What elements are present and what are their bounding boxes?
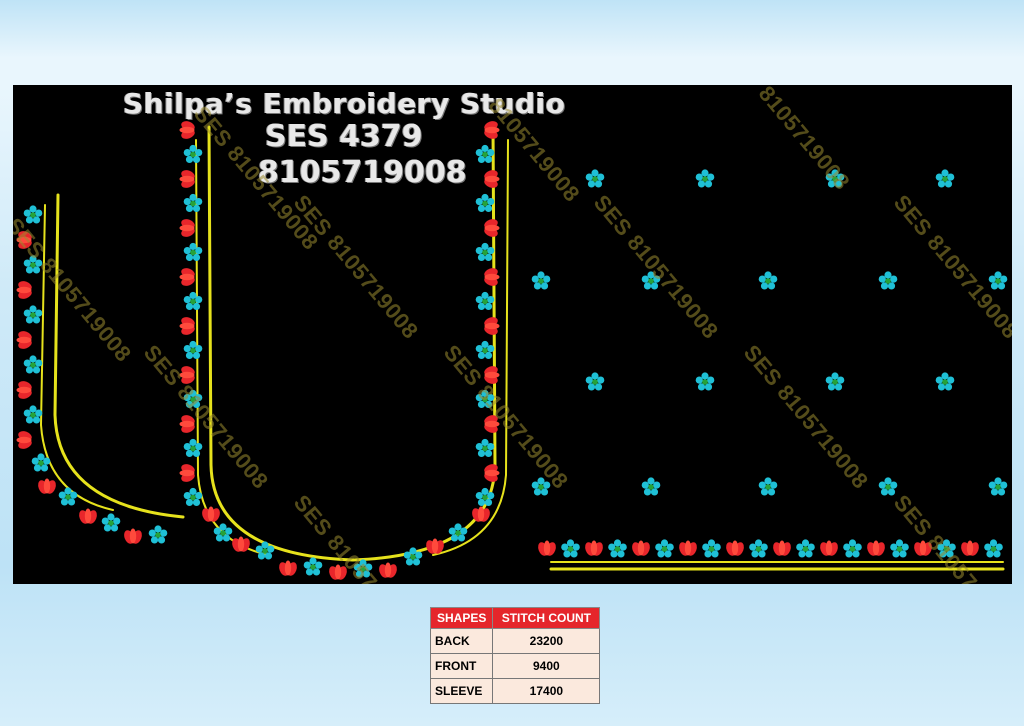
stitch-count-table: SHAPES STITCH COUNT BACK 23200 FRONT 940… <box>429 607 601 704</box>
cyan-flower-motif <box>448 523 468 542</box>
red-bud-motif <box>77 508 99 526</box>
cyan-flower-butti <box>641 477 661 496</box>
cyan-flower-motif <box>475 193 495 212</box>
cyan-flower-motif <box>475 242 495 261</box>
red-bud-motif <box>865 540 887 558</box>
cyan-flower-butti <box>935 169 955 188</box>
red-bud-motif <box>16 429 34 451</box>
column-header-shapes: SHAPES <box>429 607 494 629</box>
cyan-flower-motif <box>475 438 495 457</box>
phone-number: 8105719008 <box>258 155 467 190</box>
table-row: SLEEVE 17400 <box>429 678 601 704</box>
red-bud-motif <box>16 379 34 401</box>
cyan-flower-motif <box>183 144 203 163</box>
cyan-flower-motif <box>475 144 495 163</box>
embroidery-design-canvas: Shilpa’s Embroidery Studio SES 4379 8105… <box>13 85 1012 584</box>
cyan-flower-motif <box>183 242 203 261</box>
cyan-flower-butti <box>878 477 898 496</box>
cyan-flower-motif <box>101 513 121 532</box>
cyan-flower-motif <box>561 539 580 558</box>
cyan-flower-motif <box>608 539 627 558</box>
red-bud-motif <box>179 217 197 239</box>
red-bud-motif <box>771 540 793 558</box>
cyan-flower-butti <box>825 372 845 391</box>
cyan-flower-butti <box>531 271 551 290</box>
cyan-flower-motif <box>148 525 168 544</box>
red-bud-motif <box>122 528 144 546</box>
cyan-flower-butti <box>988 477 1008 496</box>
back-neck-inner-line <box>195 139 269 556</box>
red-bud-motif <box>179 315 197 337</box>
cyan-flower-motif <box>58 487 78 506</box>
red-bud-motif <box>583 540 605 558</box>
cyan-flower-motif <box>890 539 909 558</box>
cyan-flower-motif <box>749 539 768 558</box>
cyan-flower-motif <box>475 340 495 359</box>
red-bud-motif <box>482 168 500 190</box>
cyan-flower-butti <box>695 169 715 188</box>
cyan-flower-butti <box>695 372 715 391</box>
cyan-flower-motif <box>183 438 203 457</box>
table-header-row: SHAPES STITCH COUNT <box>429 607 601 629</box>
red-bud-motif <box>179 266 197 288</box>
cyan-flower-motif <box>23 305 43 324</box>
table-row: BACK 23200 <box>429 628 601 654</box>
cyan-flower-butti <box>758 477 778 496</box>
cyan-flower-butti <box>935 372 955 391</box>
cyan-flower-motif <box>23 355 43 374</box>
cyan-flower-butti <box>988 271 1008 290</box>
shape-cell: FRONT <box>429 653 494 679</box>
red-bud-motif <box>724 540 746 558</box>
shape-cell: SLEEVE <box>429 678 494 704</box>
red-bud-motif <box>677 540 699 558</box>
cyan-flower-butti <box>878 271 898 290</box>
cyan-flower-butti <box>585 169 605 188</box>
stitch-count-cell: 9400 <box>492 653 601 679</box>
red-bud-motif <box>277 560 299 578</box>
red-bud-motif <box>818 540 840 558</box>
column-header-stitch-count: STITCH COUNT <box>492 607 601 629</box>
cyan-flower-motif <box>655 539 674 558</box>
cyan-flower-motif <box>183 340 203 359</box>
red-bud-motif <box>536 540 558 558</box>
cyan-flower-motif <box>843 539 862 558</box>
red-bud-motif <box>482 462 500 484</box>
cyan-flower-motif <box>984 539 1003 558</box>
red-bud-motif <box>200 506 222 524</box>
red-bud-motif <box>16 279 34 301</box>
cyan-flower-motif <box>183 291 203 310</box>
back-neck-inner-line <box>432 139 509 556</box>
red-bud-motif <box>16 329 34 351</box>
cyan-flower-motif <box>702 539 721 558</box>
embroidery-artwork <box>16 119 1008 582</box>
cyan-flower-motif <box>255 541 275 560</box>
cyan-flower-butti <box>758 271 778 290</box>
cyan-flower-butti <box>585 372 605 391</box>
table-row: FRONT 9400 <box>429 653 601 679</box>
cyan-flower-motif <box>183 193 203 212</box>
stitch-count-cell: 23200 <box>492 628 601 654</box>
red-bud-motif <box>179 168 197 190</box>
red-bud-motif <box>482 217 500 239</box>
design-code: SES 4379 <box>265 119 423 154</box>
cyan-flower-motif <box>475 291 495 310</box>
red-bud-motif <box>482 266 500 288</box>
red-bud-motif <box>230 536 252 554</box>
red-bud-motif <box>630 540 652 558</box>
cyan-flower-motif <box>303 557 323 576</box>
stitch-count-cell: 17400 <box>492 678 601 704</box>
cyan-flower-motif <box>23 405 43 424</box>
red-bud-motif <box>179 462 197 484</box>
cyan-flower-motif <box>796 539 815 558</box>
red-bud-motif <box>36 478 58 496</box>
shape-cell: BACK <box>429 628 494 654</box>
red-bud-motif <box>482 315 500 337</box>
